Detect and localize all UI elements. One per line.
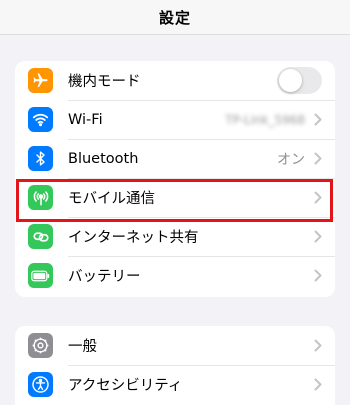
wifi-icon <box>28 107 53 132</box>
chevron-right-icon <box>314 191 322 204</box>
chevron-right-icon <box>314 230 322 243</box>
chevron-right-icon <box>314 339 322 352</box>
wifi-network-name: TP-Link_5968 <box>225 112 305 127</box>
accessibility-icon <box>28 372 53 397</box>
chevron-right-icon <box>314 378 322 391</box>
settings-row-label: 一般 <box>68 339 97 355</box>
settings-row-label: Wi-Fi <box>68 111 103 128</box>
airplane-icon <box>28 68 53 93</box>
settings-row-personal-hotspot[interactable]: インターネット共有 <box>15 217 335 256</box>
settings-row-general[interactable]: 一般 <box>15 326 335 365</box>
settings-row-label: モバイル通信 <box>68 191 155 207</box>
gear-icon <box>28 333 53 358</box>
toggle-knob <box>279 69 302 92</box>
bluetooth-status: オン <box>277 151 305 168</box>
settings-row-label: 機内モード <box>68 74 141 90</box>
chevron-right-icon <box>314 113 322 126</box>
settings-row-accessibility[interactable]: アクセシビリティ <box>15 365 335 404</box>
settings-row-battery[interactable]: バッテリー <box>15 256 335 295</box>
settings-row-mobile-data[interactable]: モバイル通信 <box>15 178 335 217</box>
settings-group-connectivity: 機内モード Wi-Fi TP-Link_5968 Bluetooth オン モバ… <box>15 61 335 297</box>
page-title: 設定 <box>158 8 191 27</box>
settings-row-bluetooth[interactable]: Bluetooth オン <box>15 139 335 178</box>
antenna-icon <box>28 185 53 210</box>
airplane-mode-toggle[interactable] <box>277 67 322 94</box>
battery-icon <box>28 263 53 288</box>
settings-row-label: インターネット共有 <box>68 230 199 246</box>
settings-row-label: アクセシビリティ <box>68 378 183 394</box>
settings-row-label: バッテリー <box>68 269 141 285</box>
settings-group-system: 一般 アクセシビリティ <box>15 326 335 405</box>
bluetooth-icon <box>28 146 53 171</box>
chevron-right-icon <box>314 152 322 165</box>
chevron-right-icon <box>314 269 322 282</box>
settings-row-label: Bluetooth <box>68 150 139 167</box>
settings-row-wifi[interactable]: Wi-Fi TP-Link_5968 <box>15 100 335 139</box>
settings-row-airplane-mode[interactable]: 機内モード <box>15 61 335 100</box>
navigation-bar: 設定 <box>0 0 350 35</box>
link-icon <box>28 224 53 249</box>
